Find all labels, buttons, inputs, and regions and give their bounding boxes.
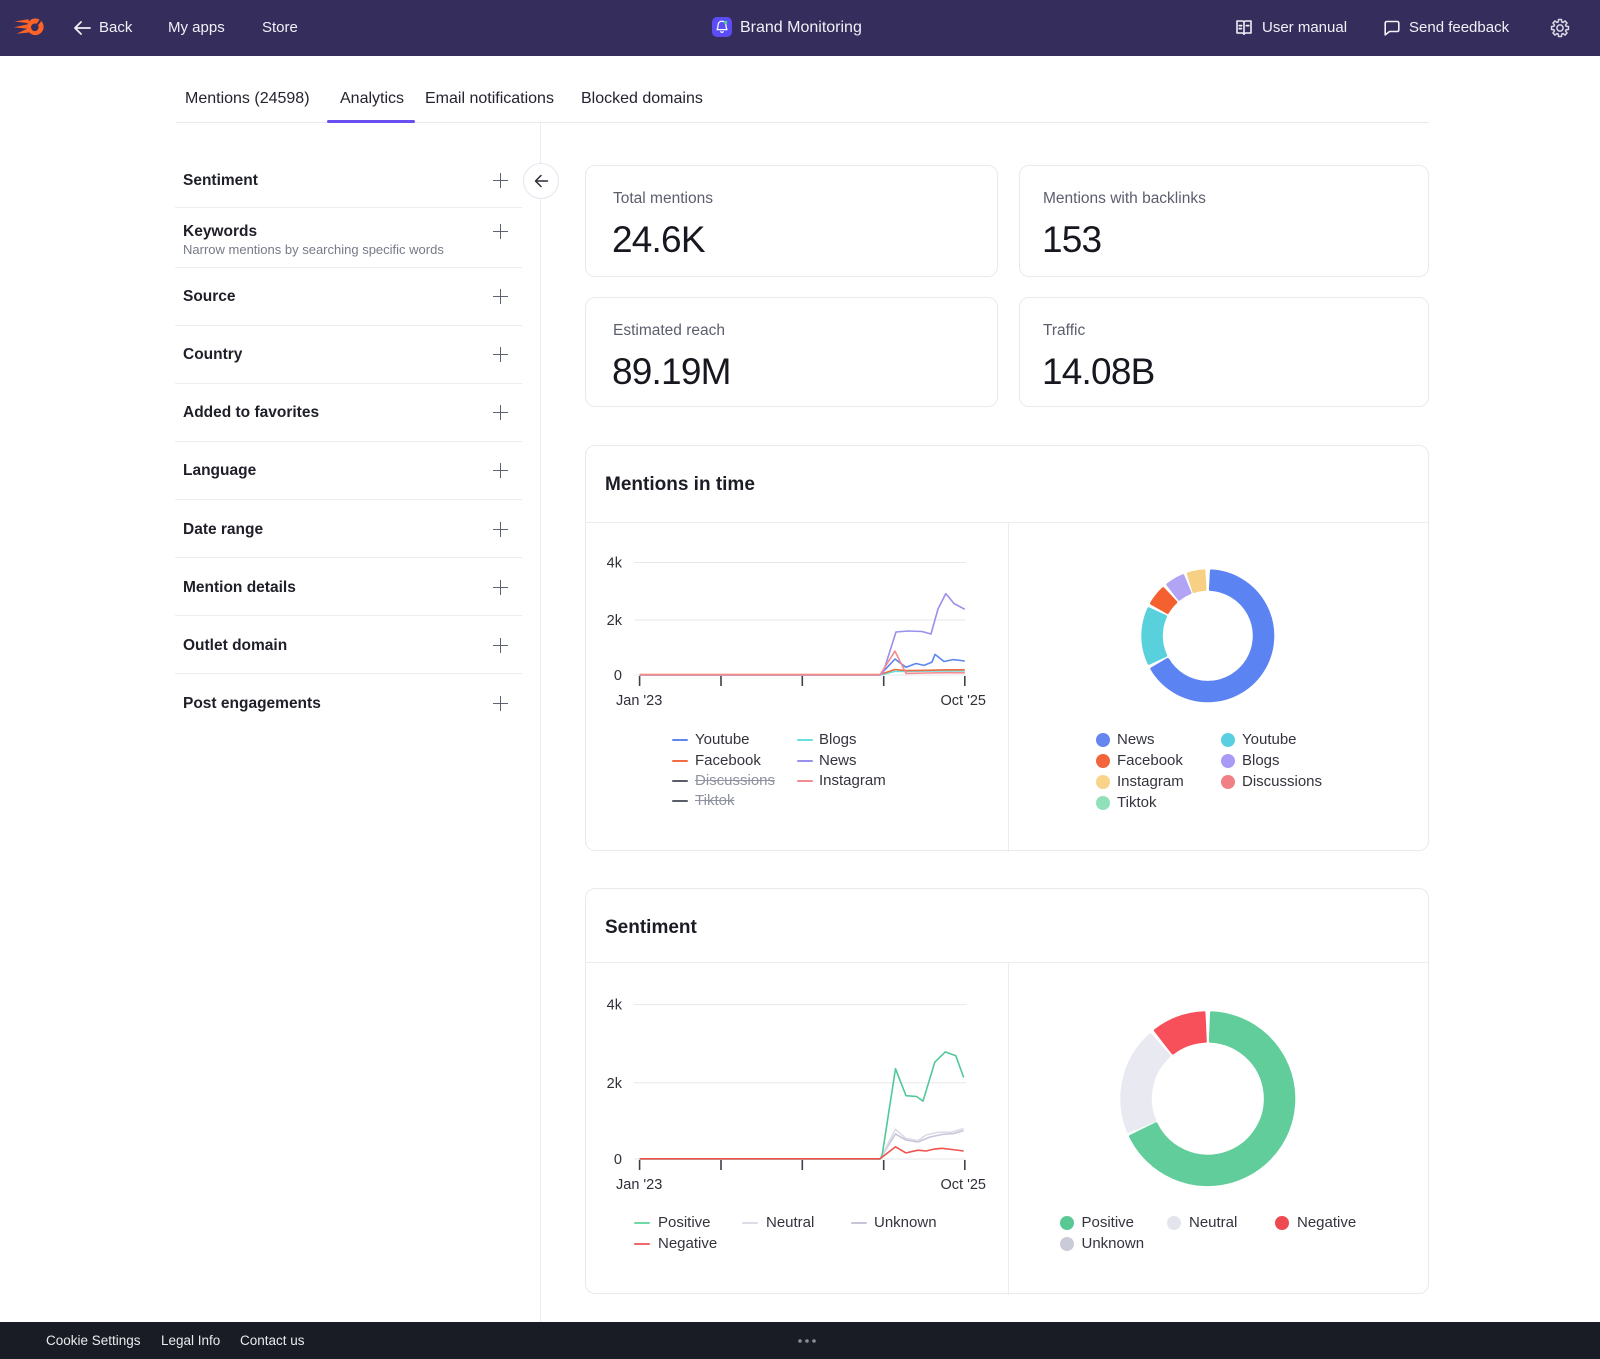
svg-text:0: 0 [614,668,622,684]
svg-text:2k: 2k [607,613,623,629]
svg-text:4k: 4k [607,556,623,572]
svg-text:Jan '23: Jan '23 [616,1177,662,1193]
svg-text:2k: 2k [607,1076,623,1092]
svg-text:Jan '23: Jan '23 [616,693,662,709]
svg-text:Oct '25: Oct '25 [941,1177,986,1193]
svg-text:Oct '25: Oct '25 [941,693,986,709]
svg-text:0: 0 [614,1152,622,1168]
svg-text:4k: 4k [607,998,623,1014]
